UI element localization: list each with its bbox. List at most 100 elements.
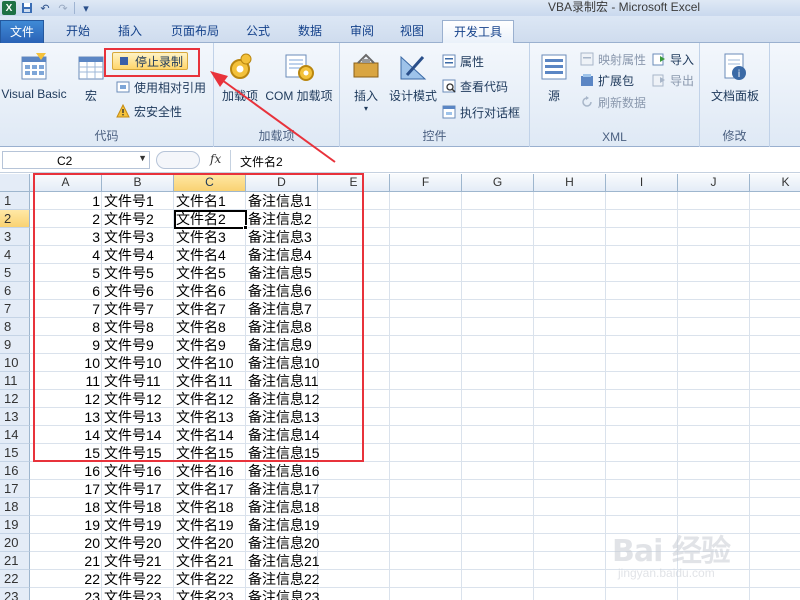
row-header-19[interactable]: 19 [0, 516, 30, 534]
cell-d22[interactable]: 备注信息22 [246, 570, 320, 588]
row-header-16[interactable]: 16 [0, 462, 30, 480]
cell-d11[interactable]: 备注信息11 [246, 372, 319, 390]
row-header-17[interactable]: 17 [0, 480, 30, 498]
cell-a2[interactable]: 2 [30, 210, 102, 228]
cell-b7[interactable]: 文件号7 [102, 300, 174, 318]
cell-c15[interactable]: 文件名15 [174, 444, 246, 462]
select-all-corner[interactable] [0, 174, 30, 192]
cell-a1[interactable]: 1 [30, 192, 102, 210]
relative-reference-button[interactable]: 使用相对引用 [116, 78, 206, 96]
row-header-2[interactable]: 2 [0, 210, 30, 228]
tab-review[interactable]: 审阅 [340, 20, 384, 43]
document-panel-button[interactable]: i 文档面板 [706, 51, 764, 104]
redo-icon[interactable]: ↷ [56, 1, 70, 15]
cell-c20[interactable]: 文件名20 [174, 534, 246, 552]
map-properties-button[interactable]: 映射属性 [580, 50, 646, 68]
tab-file[interactable]: 文件 [0, 20, 44, 43]
cell-c23[interactable]: 文件名23 [174, 588, 246, 600]
cell-b5[interactable]: 文件号5 [102, 264, 174, 282]
cell-a17[interactable]: 17 [30, 480, 102, 498]
row-header-23[interactable]: 23 [0, 588, 30, 600]
row-header-3[interactable]: 3 [0, 228, 30, 246]
cell-d16[interactable]: 备注信息16 [246, 462, 320, 480]
cell-a4[interactable]: 4 [30, 246, 102, 264]
undo-icon[interactable]: ↶ [38, 1, 52, 15]
tab-formulas[interactable]: 公式 [236, 20, 280, 43]
cell-d7[interactable]: 备注信息7 [246, 300, 318, 318]
column-header-g[interactable]: G [462, 174, 534, 192]
cell-b3[interactable]: 文件号3 [102, 228, 174, 246]
cell-d6[interactable]: 备注信息6 [246, 282, 318, 300]
row-header-11[interactable]: 11 [0, 372, 30, 390]
cell-c8[interactable]: 文件名8 [174, 318, 246, 336]
cell-a21[interactable]: 21 [30, 552, 102, 570]
column-header-e[interactable]: E [318, 174, 390, 192]
visual-basic-button[interactable]: Visual Basic [0, 51, 68, 101]
tab-page-layout[interactable]: 页面布局 [162, 20, 228, 43]
macros-button[interactable]: 宏 [74, 51, 108, 104]
row-header-18[interactable]: 18 [0, 498, 30, 516]
name-box[interactable]: C2 ▼ [2, 151, 150, 169]
cell-a5[interactable]: 5 [30, 264, 102, 282]
cell-b13[interactable]: 文件号13 [102, 408, 174, 426]
com-addins-button[interactable]: COM 加载项 [264, 51, 334, 104]
cell-d18[interactable]: 备注信息18 [246, 498, 320, 516]
customize-qat-icon[interactable]: ▾ [79, 1, 93, 15]
insert-function-icon[interactable]: fx [210, 152, 221, 166]
cell-a20[interactable]: 20 [30, 534, 102, 552]
cell-b11[interactable]: 文件号11 [102, 372, 174, 390]
tab-insert[interactable]: 插入 [108, 20, 152, 43]
row-header-13[interactable]: 13 [0, 408, 30, 426]
row-header-20[interactable]: 20 [0, 534, 30, 552]
insert-control-button[interactable]: 插入 ▾ [346, 51, 386, 113]
cell-d2[interactable]: 备注信息2 [246, 210, 318, 228]
tab-home[interactable]: 开始 [56, 20, 100, 43]
cell-b10[interactable]: 文件号10 [102, 354, 174, 372]
cell-d5[interactable]: 备注信息5 [246, 264, 318, 282]
cell-d17[interactable]: 备注信息17 [246, 480, 320, 498]
cell-b17[interactable]: 文件号17 [102, 480, 174, 498]
cell-a12[interactable]: 12 [30, 390, 102, 408]
row-header-12[interactable]: 12 [0, 390, 30, 408]
cell-b4[interactable]: 文件号4 [102, 246, 174, 264]
column-header-b[interactable]: B [102, 174, 174, 192]
cell-a11[interactable]: 11 [30, 372, 102, 390]
cell-c5[interactable]: 文件名5 [174, 264, 246, 282]
properties-button[interactable]: 属性 [442, 52, 484, 70]
cell-b14[interactable]: 文件号14 [102, 426, 174, 444]
row-header-8[interactable]: 8 [0, 318, 30, 336]
cell-b2[interactable]: 文件号2 [102, 210, 174, 228]
cell-b21[interactable]: 文件号21 [102, 552, 174, 570]
xml-source-button[interactable]: 源 [536, 51, 572, 104]
cell-a14[interactable]: 14 [30, 426, 102, 444]
row-header-22[interactable]: 22 [0, 570, 30, 588]
cell-c9[interactable]: 文件名9 [174, 336, 246, 354]
export-button[interactable]: 导出 [652, 71, 694, 89]
tab-view[interactable]: 视图 [390, 20, 434, 43]
cell-c6[interactable]: 文件名6 [174, 282, 246, 300]
cell-c22[interactable]: 文件名22 [174, 570, 246, 588]
column-header-a[interactable]: A [30, 174, 102, 192]
cell-a23[interactable]: 23 [30, 588, 102, 600]
cell-c18[interactable]: 文件名18 [174, 498, 246, 516]
cell-a19[interactable]: 19 [30, 516, 102, 534]
column-header-h[interactable]: H [534, 174, 606, 192]
expansion-packs-button[interactable]: 扩展包 [580, 71, 634, 89]
cell-a3[interactable]: 3 [30, 228, 102, 246]
macro-security-button[interactable]: 宏安全性 [116, 102, 182, 120]
cell-c12[interactable]: 文件名12 [174, 390, 246, 408]
cell-b6[interactable]: 文件号6 [102, 282, 174, 300]
cell-b20[interactable]: 文件号20 [102, 534, 174, 552]
cell-c13[interactable]: 文件名13 [174, 408, 246, 426]
formula-bar-expand-handle[interactable] [156, 151, 200, 169]
cell-a8[interactable]: 8 [30, 318, 102, 336]
cell-c7[interactable]: 文件名7 [174, 300, 246, 318]
cell-c4[interactable]: 文件名4 [174, 246, 246, 264]
cell-a6[interactable]: 6 [30, 282, 102, 300]
row-header-7[interactable]: 7 [0, 300, 30, 318]
cell-a22[interactable]: 22 [30, 570, 102, 588]
cell-b9[interactable]: 文件号9 [102, 336, 174, 354]
row-header-9[interactable]: 9 [0, 336, 30, 354]
column-header-d[interactable]: D [246, 174, 318, 192]
cell-c14[interactable]: 文件名14 [174, 426, 246, 444]
